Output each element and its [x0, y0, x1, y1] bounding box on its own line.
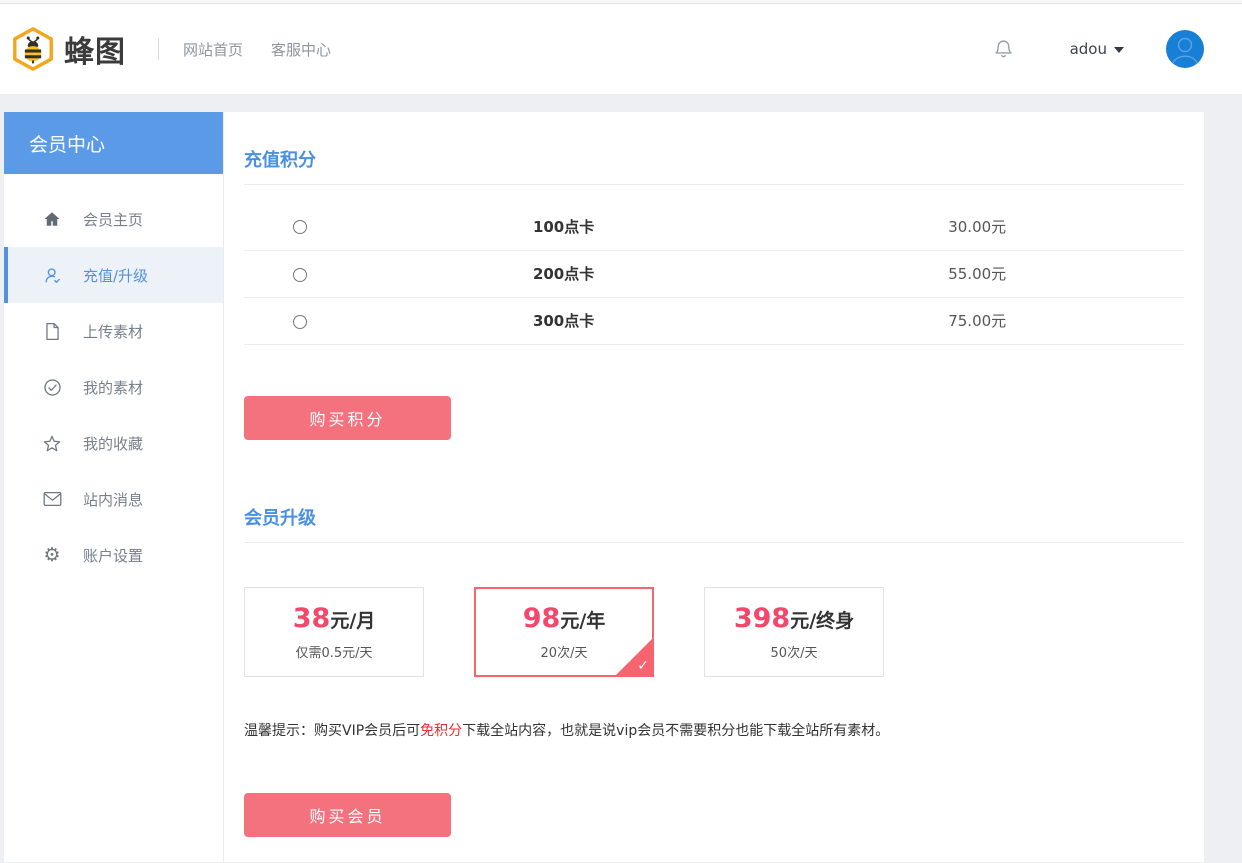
buy-points-button[interactable]: 购买积分 [244, 395, 451, 440]
avatar[interactable] [1166, 30, 1204, 68]
plans-row: 38元/月 仅需0.5元/天 98元/年 20次/天 398元/终身 50次/天 [244, 586, 1184, 677]
tip-prefix: 温馨提示：购买VIP会员后可 [244, 722, 421, 739]
main-content: 充值积分 100点卡 30.00元 200点卡 55.00元 300点卡 75.… [224, 112, 1204, 862]
notification-bell-icon[interactable] [993, 38, 1014, 60]
sidebar-item-label: 账户设置 [83, 546, 144, 565]
points-price: 30.00元 [770, 203, 1184, 251]
points-table: 100点卡 30.00元 200点卡 55.00元 300点卡 75.00元 [244, 203, 1184, 345]
sidebar-item-recharge-upgrade[interactable]: 充值/升级 [4, 247, 223, 303]
file-icon [42, 321, 62, 341]
tip-highlight: 免积分 [420, 722, 463, 739]
nav-link-support[interactable]: 客服中心 [271, 39, 331, 60]
nav-divider [158, 38, 159, 60]
sidebar-item-account-settings[interactable]: ⚙ 账户设置 [4, 527, 223, 583]
top-nav: 网站首页 客服中心 [183, 39, 359, 60]
sidebar-item-favorites[interactable]: 我的收藏 [4, 415, 223, 471]
sidebar-item-messages[interactable]: 站内消息 [4, 471, 223, 527]
points-name: 200点卡 [356, 250, 771, 298]
sidebar-item-label: 我的素材 [83, 378, 144, 397]
sidebar-item-upload[interactable]: 上传素材 [4, 303, 223, 359]
username: adou [1069, 40, 1107, 58]
plan-card-lifetime[interactable]: 398元/终身 50次/天 [704, 586, 884, 677]
points-price: 75.00元 [770, 297, 1184, 345]
check-icon [637, 658, 649, 674]
points-name: 300点卡 [356, 297, 771, 345]
plan-card-monthly[interactable]: 38元/月 仅需0.5元/天 [244, 586, 424, 677]
sidebar: 会员中心 会员主页 充值/升级 上传素材 我的素材 我的收藏 站内消息 ⚙ 账户… [4, 112, 224, 862]
radio-200-points[interactable] [293, 267, 308, 282]
table-row: 300点卡 75.00元 [244, 297, 1184, 345]
gear-icon: ⚙ [43, 544, 61, 566]
sidebar-item-label: 充值/升级 [83, 266, 149, 285]
recharge-section-title: 充值积分 [244, 146, 1184, 185]
tip-suffix: 下载全站内容，也就是说vip会员不需要积分也能下载全站所有素材。 [462, 722, 890, 739]
sidebar-item-label: 我的收藏 [83, 434, 144, 453]
bee-hexagon-logo-icon [10, 26, 56, 72]
points-price: 55.00元 [770, 250, 1184, 298]
plan-desc: 仅需0.5元/天 [295, 645, 373, 661]
chevron-down-icon [1114, 47, 1124, 53]
plan-unit: 元/年 [560, 609, 606, 632]
plan-unit: 元/月 [330, 609, 376, 632]
plan-price: 398 [733, 602, 791, 634]
upgrade-section-title: 会员升级 [244, 504, 1184, 543]
sidebar-item-label: 上传素材 [83, 322, 144, 341]
check-circle-icon [42, 377, 62, 397]
sidebar-item-member-home[interactable]: 会员主页 [4, 191, 223, 247]
mail-icon [42, 489, 62, 509]
star-icon [42, 433, 62, 453]
header: 蜂图 网站首页 客服中心 adou [0, 4, 1242, 94]
user-menu[interactable]: adou [1070, 40, 1124, 58]
user-icon [42, 265, 62, 285]
sidebar-title: 会员中心 [4, 112, 223, 174]
logo[interactable]: 蜂图 [10, 26, 126, 72]
plan-price: 98 [522, 602, 561, 634]
home-icon [42, 209, 62, 229]
nav-link-home[interactable]: 网站首页 [183, 39, 243, 60]
plan-desc: 50次/天 [770, 645, 818, 661]
logo-text: 蜂图 [64, 35, 126, 70]
table-row: 100点卡 30.00元 [244, 203, 1184, 251]
plan-card-yearly[interactable]: 98元/年 20次/天 [474, 586, 654, 677]
buy-member-button[interactable]: 购买会员 [244, 792, 451, 837]
plan-unit: 元/终身 [790, 609, 855, 632]
sidebar-item-label: 会员主页 [83, 210, 144, 229]
sidebar-item-label: 站内消息 [83, 490, 144, 509]
sidebar-menu: 会员主页 充值/升级 上传素材 我的素材 我的收藏 站内消息 ⚙ 账户设置 [4, 174, 223, 583]
plan-price: 38 [292, 602, 331, 634]
points-name: 100点卡 [356, 203, 771, 251]
table-row: 200点卡 55.00元 [244, 250, 1184, 298]
radio-300-points[interactable] [293, 314, 308, 329]
vip-tip: 温馨提示：购买VIP会员后可免积分下载全站内容，也就是说vip会员不需要积分也能… [244, 720, 1184, 740]
sidebar-item-my-materials[interactable]: 我的素材 [4, 359, 223, 415]
content-panel: 会员中心 会员主页 充值/升级 上传素材 我的素材 我的收藏 站内消息 ⚙ 账户… [4, 112, 1204, 862]
radio-100-points[interactable] [293, 220, 308, 235]
